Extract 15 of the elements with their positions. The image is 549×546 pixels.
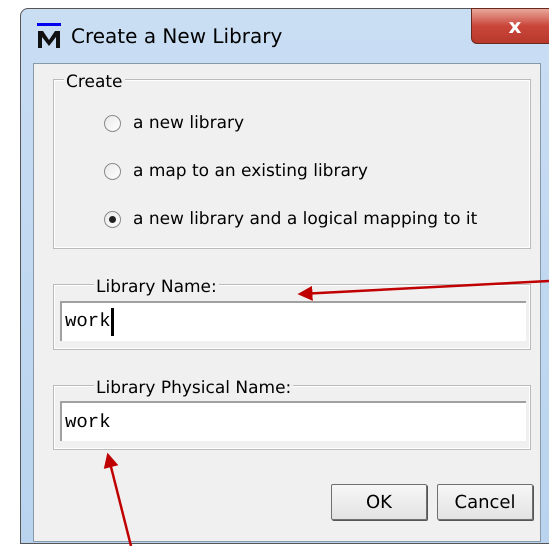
radio-button[interactable] <box>104 115 121 132</box>
radio-button[interactable] <box>104 211 121 228</box>
close-button[interactable]: x <box>471 8 549 44</box>
window-title: Create a New Library <box>71 23 282 50</box>
field-label: Library Name: <box>94 277 219 297</box>
radio-label: a new library and a logical mapping to it <box>133 208 478 231</box>
radio-button[interactable] <box>104 163 121 180</box>
field-label: Library Physical Name: <box>94 378 294 398</box>
cancel-button[interactable]: Cancel <box>437 484 533 520</box>
radio-label: a new library <box>133 112 244 135</box>
input-field[interactable]: work <box>60 401 526 441</box>
radio-label: a map to an existing library <box>133 160 368 183</box>
input-field[interactable]: work <box>60 300 526 340</box>
app-logo-icon <box>35 22 63 50</box>
ok-button[interactable]: OK <box>331 484 427 520</box>
